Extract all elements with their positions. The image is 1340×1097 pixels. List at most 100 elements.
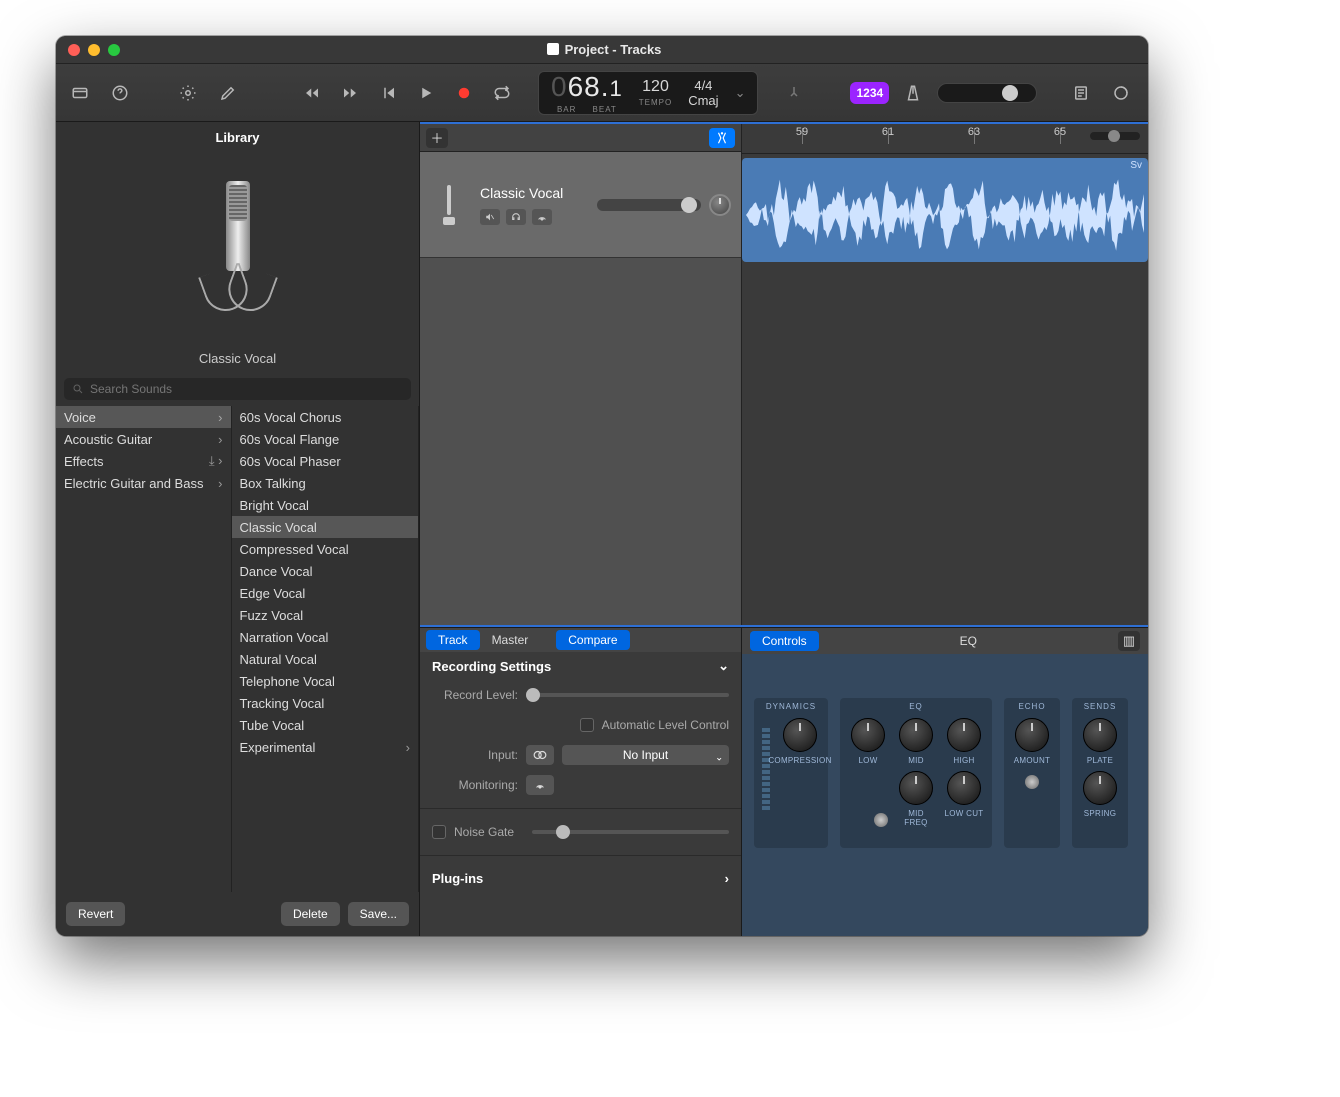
count-in-badge[interactable]: 1234 bbox=[850, 82, 889, 104]
library-category[interactable]: Electric Guitar and Bass› bbox=[56, 472, 231, 494]
library-preset[interactable]: Natural Vocal bbox=[232, 648, 418, 670]
library-preset[interactable]: Tube Vocal bbox=[232, 714, 418, 736]
library-preset[interactable]: Bright Vocal bbox=[232, 494, 418, 516]
library-category[interactable]: Voice› bbox=[56, 406, 231, 428]
library-presets: 60s Vocal Chorus60s Vocal Flange60s Voca… bbox=[232, 406, 419, 892]
loop-browser-button[interactable] bbox=[1105, 77, 1137, 109]
input-label: Input: bbox=[432, 748, 518, 762]
monitoring-button[interactable] bbox=[526, 775, 554, 795]
catch-playhead-button[interactable] bbox=[709, 128, 735, 148]
settings-button[interactable] bbox=[172, 77, 204, 109]
solo-headphones-button[interactable] bbox=[506, 209, 526, 225]
traffic-lights bbox=[56, 44, 120, 56]
library-preset[interactable]: 60s Vocal Flange bbox=[232, 428, 418, 450]
library-preset[interactable]: 60s Vocal Phaser bbox=[232, 450, 418, 472]
recording-settings-header[interactable]: Recording Settings ⌄ bbox=[420, 652, 741, 680]
cycle-button[interactable] bbox=[486, 77, 518, 109]
knob-label: SPRING bbox=[1084, 809, 1116, 818]
timeline-ruler[interactable]: 59616365 bbox=[742, 124, 1148, 154]
rack-group-label: EQ bbox=[840, 702, 992, 711]
library-category[interactable]: Acoustic Guitar› bbox=[56, 428, 231, 450]
minimize-icon[interactable] bbox=[88, 44, 100, 56]
input-monitor-button[interactable] bbox=[532, 209, 552, 225]
compare-button[interactable]: Compare bbox=[556, 630, 629, 650]
tab-track[interactable]: Track bbox=[426, 630, 480, 650]
metronome-button[interactable] bbox=[897, 77, 929, 109]
rack-knob[interactable]: COMPRESSION bbox=[780, 718, 820, 840]
notepad-button[interactable] bbox=[1065, 77, 1097, 109]
track-row[interactable]: Classic Vocal bbox=[420, 152, 741, 258]
library-preset[interactable]: 60s Vocal Chorus bbox=[232, 406, 418, 428]
library-preset[interactable]: Compressed Vocal bbox=[232, 538, 418, 560]
rack-knob[interactable]: LOW bbox=[848, 718, 888, 765]
knob-label: MID FREQ bbox=[896, 809, 936, 827]
save-button[interactable]: Save... bbox=[348, 902, 409, 926]
rack-knob[interactable]: LOW CUT bbox=[944, 771, 984, 827]
rack-knob[interactable]: MID bbox=[896, 718, 936, 765]
tab-master[interactable]: Master bbox=[480, 630, 541, 650]
library-preset[interactable]: Telephone Vocal bbox=[232, 670, 418, 692]
record-level-slider[interactable] bbox=[526, 693, 729, 697]
rack-knob[interactable]: PLATE bbox=[1080, 718, 1120, 765]
forward-button[interactable] bbox=[334, 77, 366, 109]
tuner-button[interactable] bbox=[778, 77, 810, 109]
rack-knob[interactable]: SPRING bbox=[1080, 771, 1120, 818]
horizontal-zoom-slider[interactable] bbox=[1090, 132, 1140, 140]
close-icon[interactable] bbox=[68, 44, 80, 56]
inspector-toggle-button[interactable]: ▥ bbox=[1118, 631, 1140, 651]
rack-group: EQ LOW MID HIGH MID FREQ LOW CUT bbox=[840, 698, 992, 848]
master-volume-slider[interactable] bbox=[937, 83, 1037, 103]
rack-knob[interactable]: HIGH bbox=[944, 718, 984, 765]
arrange-area[interactable]: 59616365 Sv bbox=[742, 124, 1148, 625]
zoom-icon[interactable] bbox=[108, 44, 120, 56]
library-preset[interactable]: Dance Vocal bbox=[232, 560, 418, 582]
smart-controls-rack: Controls EQ ▥ DYNAMICSCOMPRESSIONEQLOWMI… bbox=[742, 628, 1148, 936]
knob-label: MID bbox=[908, 756, 924, 765]
record-button[interactable] bbox=[448, 77, 480, 109]
noise-gate-checkbox[interactable] bbox=[432, 825, 446, 839]
rack-group-label: SENDS bbox=[1072, 702, 1128, 711]
library-category[interactable]: Effects⤓ › bbox=[56, 450, 231, 472]
auto-level-checkbox[interactable] bbox=[580, 718, 594, 732]
library-preset[interactable]: Narration Vocal bbox=[232, 626, 418, 648]
mute-button[interactable] bbox=[480, 209, 500, 225]
rack-knob[interactable]: MID FREQ bbox=[896, 771, 936, 827]
rack-group: ECHOAMOUNT bbox=[1004, 698, 1060, 848]
library-preset[interactable]: Classic Vocal bbox=[232, 516, 418, 538]
noise-gate-slider[interactable] bbox=[532, 830, 729, 834]
region-label: Sv bbox=[1130, 160, 1142, 171]
lcd-display[interactable]: 068.1 BAR BEAT 120 TEMPO 4/4 Cmaj ⌄ bbox=[538, 71, 758, 115]
preset-artwork bbox=[56, 153, 419, 341]
knob-label: HIGH bbox=[953, 756, 974, 765]
tab-eq[interactable]: EQ bbox=[948, 631, 989, 651]
library-preset[interactable]: Edge Vocal bbox=[232, 582, 418, 604]
add-track-button[interactable]: ＋ bbox=[426, 128, 448, 148]
library-preset[interactable]: Tracking Vocal bbox=[232, 692, 418, 714]
auto-level-label: Automatic Level Control bbox=[602, 718, 729, 732]
pan-knob[interactable] bbox=[709, 194, 731, 216]
plugins-header[interactable]: Plug-ins › bbox=[420, 864, 741, 892]
ruler-tick-label: 65 bbox=[1054, 126, 1066, 138]
edit-pencil-button[interactable] bbox=[212, 77, 244, 109]
input-stereo-button[interactable] bbox=[526, 745, 554, 765]
input-select[interactable]: No Input bbox=[562, 745, 729, 765]
library-footer: Revert Delete Save... bbox=[56, 892, 419, 936]
rack-header: Controls EQ ▥ bbox=[742, 628, 1148, 654]
knob-label: PLATE bbox=[1087, 756, 1113, 765]
audio-region[interactable]: Sv bbox=[742, 158, 1148, 262]
library-preset[interactable]: Experimental› bbox=[232, 736, 418, 758]
quick-help-button[interactable] bbox=[104, 77, 136, 109]
search-input[interactable] bbox=[64, 378, 411, 400]
tab-controls[interactable]: Controls bbox=[750, 631, 819, 651]
track-volume-slider[interactable] bbox=[597, 199, 701, 211]
library-preset[interactable]: Box Talking bbox=[232, 472, 418, 494]
rack-knob[interactable]: AMOUNT bbox=[1012, 718, 1052, 765]
inspector-left: Track Master Compare Recording Settings … bbox=[420, 628, 742, 936]
play-button[interactable] bbox=[410, 77, 442, 109]
go-to-start-button[interactable] bbox=[372, 77, 404, 109]
delete-button[interactable]: Delete bbox=[281, 902, 340, 926]
library-preset[interactable]: Fuzz Vocal bbox=[232, 604, 418, 626]
library-toggle-button[interactable] bbox=[64, 77, 96, 109]
revert-button[interactable]: Revert bbox=[66, 902, 125, 926]
rewind-button[interactable] bbox=[296, 77, 328, 109]
